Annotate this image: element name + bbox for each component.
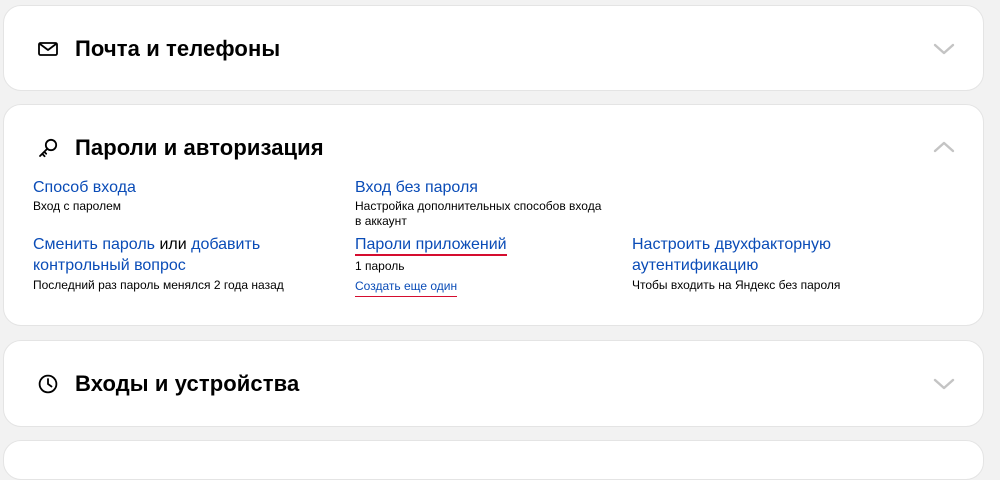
chevron-up-icon[interactable] [933,140,955,154]
two-factor-link[interactable]: Настроить двухфакторную [632,236,831,253]
key-icon [39,138,58,158]
chevron-down-icon[interactable] [933,42,955,56]
two-factor-block: Настроить двухфакторную аутентификацию Ч… [632,234,840,293]
add-question-link[interactable]: добавить [191,236,260,253]
section-card-passwords: Пароли и авторизация Способ входа Вход с… [3,104,984,326]
chevron-down-icon[interactable] [933,377,955,391]
change-password-desc: Последний раз пароль менялся 2 года наза… [33,278,284,292]
two-factor-desc: Чтобы входить на Яндекс без пароля [632,278,841,292]
app-passwords-block: Пароли приложений 1 пароль Создать еще о… [355,234,507,297]
passwordless-desc: Настройка дополнительных способов входа … [355,199,602,228]
change-password-block: Сменить пароль или добавить контрольный … [33,234,323,293]
or-joiner: или [155,236,192,253]
section-title-logins: Входы и устройства [75,371,300,396]
envelope-icon [38,42,58,56]
change-password-link[interactable]: Сменить пароль [33,236,155,253]
add-question-link-line2[interactable]: контрольный вопрос [33,257,186,274]
passwordless-link[interactable]: Вход без пароля [355,179,478,196]
section-card-mail[interactable]: Почта и телефоны [3,5,984,91]
clock-icon [38,374,58,394]
login-method-desc: Вход с паролем [33,199,121,213]
section-title-passwords: Пароли и авторизация [75,135,324,160]
section-card-next [3,440,984,480]
app-passwords-link[interactable]: Пароли приложений [355,236,507,256]
section-card-logins[interactable]: Входы и устройства [3,340,984,427]
section-title-mail: Почта и телефоны [75,36,281,61]
login-method-link[interactable]: Способ входа [33,179,136,196]
passwordless-block: Вход без пароля Настройка дополнительных… [355,177,605,229]
app-passwords-count: 1 пароль [355,259,405,273]
login-method-block: Способ входа Вход с паролем [33,177,136,214]
create-app-password-link[interactable]: Создать еще один [355,279,458,297]
two-factor-link-line2[interactable]: аутентификацию [632,257,758,274]
